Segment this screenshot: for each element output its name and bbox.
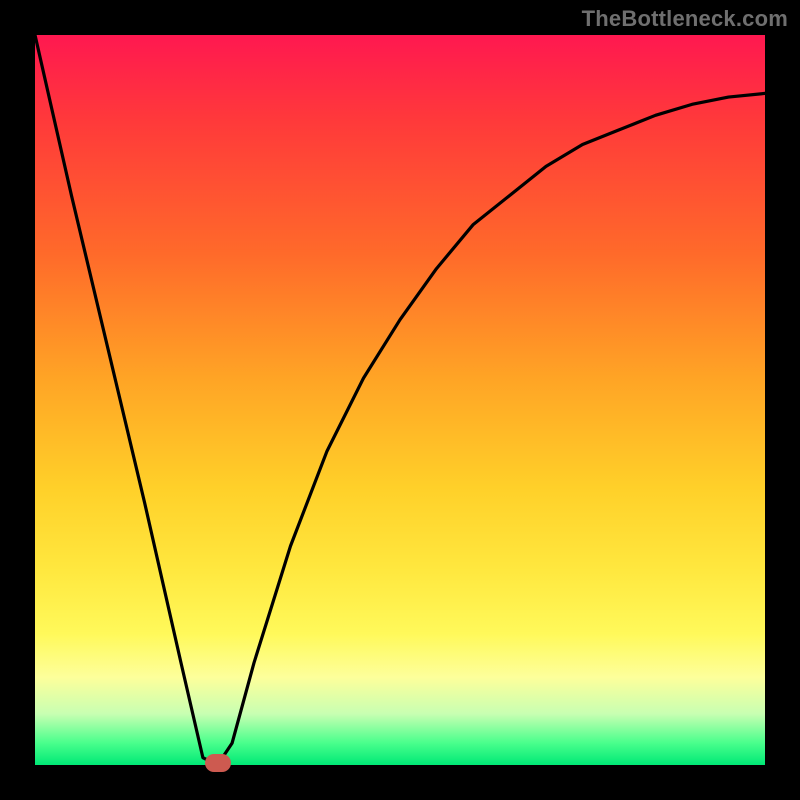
plot-area [35, 35, 765, 765]
bottleneck-curve [35, 35, 765, 765]
curve-path [35, 35, 765, 765]
chart-stage: TheBottleneck.com [0, 0, 800, 800]
watermark-text: TheBottleneck.com [582, 6, 788, 32]
minimum-marker [205, 754, 231, 772]
